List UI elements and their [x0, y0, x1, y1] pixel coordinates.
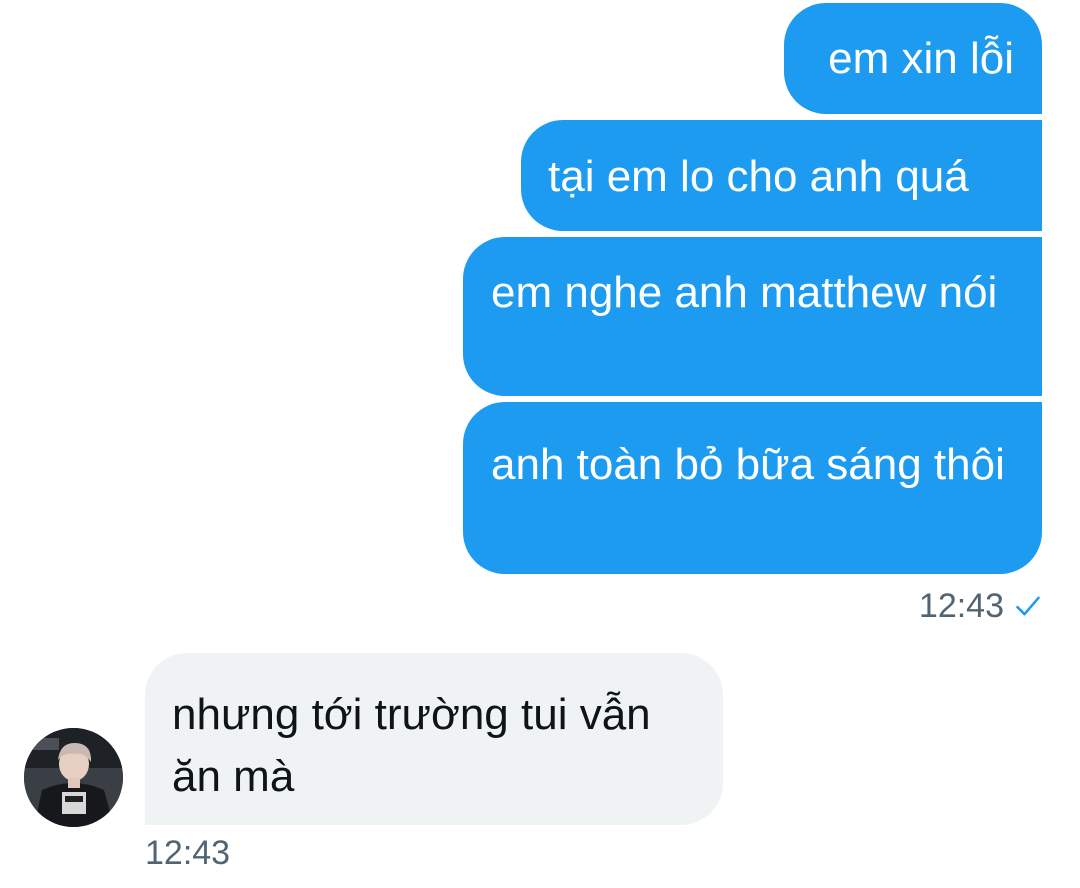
outgoing-message-bubble[interactable]: tại em lo cho anh quá	[521, 120, 1042, 231]
outgoing-message-bubble[interactable]: em nghe anh matthew nói	[463, 237, 1042, 396]
outgoing-timestamp: 12:43	[919, 586, 1042, 626]
check-icon	[1016, 596, 1040, 616]
message-text: anh toàn bỏ bữa sáng thôi	[491, 440, 1005, 489]
avatar-image	[24, 728, 123, 827]
outgoing-message-bubble[interactable]: em xin lỗi	[784, 3, 1042, 114]
avatar[interactable]	[24, 728, 123, 827]
outgoing-message-bubble[interactable]: anh toàn bỏ bữa sáng thôi	[463, 402, 1042, 574]
message-text: tại em lo cho anh quá	[548, 152, 969, 201]
message-text: nhưng tới trường tui vẫn ăn mà	[172, 690, 651, 801]
incoming-timestamp: 12:43	[145, 833, 230, 873]
timestamp-text: 12:43	[145, 834, 231, 872]
incoming-message-bubble[interactable]: nhưng tới trường tui vẫn ăn mà	[145, 653, 723, 825]
message-text: em nghe anh matthew nói	[491, 268, 998, 317]
message-text: em xin lỗi	[828, 34, 1014, 83]
timestamp-text: 12:43	[918, 587, 1004, 625]
